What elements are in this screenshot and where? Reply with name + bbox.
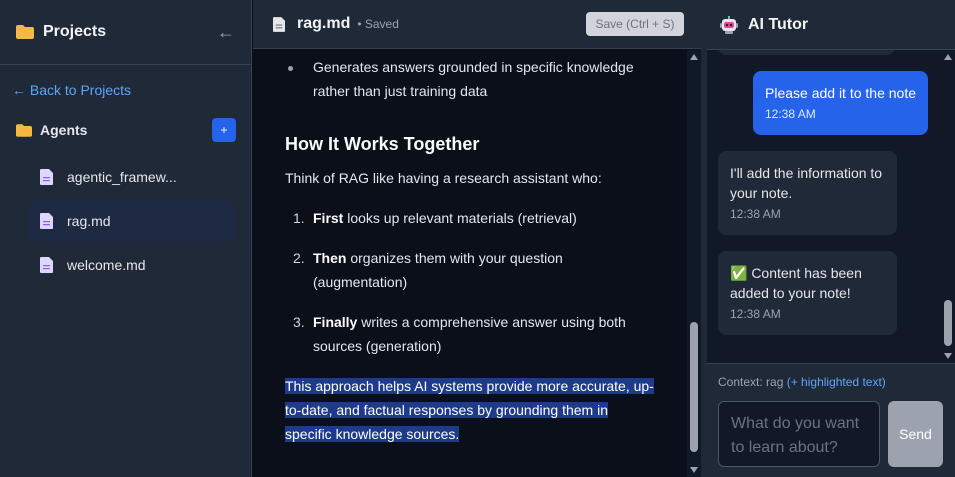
list-rest: organizes them with your question (augme… [313,250,563,290]
file-item-agentic-framework[interactable]: agentic_framew... [29,157,236,197]
file-item-welcome[interactable]: welcome.md [29,245,236,285]
file-icon [273,16,285,32]
file-icon [40,257,53,273]
scroll-up-icon[interactable] [944,54,952,60]
chat-scrollbar[interactable] [941,50,955,363]
list-text: First looks up relevant materials (retri… [313,206,653,230]
editor-filename: rag.md [297,15,351,32]
message-time: 12:38 AM [730,207,781,221]
collapse-sidebar-icon[interactable]: ← [217,22,235,43]
bullet-marker [288,66,293,71]
selected-text: This approach helps AI systems provide m… [285,378,654,442]
file-icon [40,213,53,229]
send-button[interactable]: Send [888,401,943,467]
chat-messages: Please add it to the note 12:38 AM I'll … [707,50,955,363]
bullet-text: Generates answers grounded in specific k… [313,59,634,99]
folder-label: Agents [40,122,88,138]
message-time: 12:38 AM [765,107,816,121]
context-label: Context: rag [718,375,784,389]
file-label: rag.md [67,213,111,229]
user-message: Please add it to the note 12:38 AM [753,71,928,135]
save-status: • Saved [357,17,399,31]
section-heading: How It Works Together [285,134,480,154]
list-rest: looks up relevant materials (retrieval) [343,210,577,226]
scrollbar-thumb[interactable] [944,300,952,346]
context-indicator: Context: rag (+ highlighted text) [718,375,886,389]
file-label: welcome.md [67,257,146,273]
file-label: agentic_framew... [67,169,177,185]
scroll-up-icon[interactable] [690,54,698,60]
robot-icon [720,15,738,34]
file-icon [40,169,53,185]
add-file-button[interactable]: + [212,118,236,142]
list-number: 3. [293,314,305,330]
editor-scrollbar[interactable] [687,50,701,477]
tutor-panel: AI Tutor Please add it to the note 12:38… [707,0,955,477]
list-bold: First [313,210,344,226]
sidebar: Projects ← ← Back to Projects Agents + a… [0,0,252,477]
folder-icon [16,123,32,137]
message-text: ✅ Content has been added to your note! [730,265,862,301]
list-text: Finally writes a comprehensive answer us… [313,310,653,358]
chat-composer: Context: rag (+ highlighted text) What d… [707,363,955,477]
sidebar-header: Projects ← [0,0,251,65]
tutor-title: AI Tutor [748,15,809,33]
chat-input[interactable]: What do you want to learn about? [718,401,880,467]
list-number: 2. [293,250,305,266]
scroll-down-icon[interactable] [690,467,698,473]
editor-header: rag.md • Saved Save (Ctrl + S) [253,0,701,49]
tutor-header: AI Tutor [707,0,955,50]
bot-message: I'll add the information to your note. 1… [718,151,897,235]
scrollbar-thumb[interactable] [690,322,698,452]
editor-content[interactable]: Generates answers grounded in specific k… [253,50,687,477]
folder-icon [16,25,34,39]
message-bubble-partial [718,50,895,55]
folder-agents[interactable]: Agents + [16,118,236,142]
list-text: Then organizes them with your question (… [313,246,653,294]
list-bold: Finally [313,314,358,330]
list-bold: Then [313,250,347,266]
highlighted-paragraph: This approach helps AI systems provide m… [285,374,657,446]
list-rest: writes a comprehensive answer using both… [313,314,626,354]
back-to-projects-link[interactable]: ← Back to Projects [12,82,131,98]
bot-message: ✅ Content has been added to your note! 1… [718,251,897,335]
message-text: Please add it to the note [765,85,916,101]
list-number: 1. [293,210,305,226]
sidebar-title: Projects [43,23,107,40]
file-item-rag[interactable]: rag.md [29,201,236,241]
scroll-down-icon[interactable] [944,353,952,359]
context-highlight: (+ highlighted text) [786,375,886,389]
message-text: I'll add the information to your note. [730,165,883,201]
paragraph: Think of RAG like having a research assi… [285,170,602,186]
editor-panel: rag.md • Saved Save (Ctrl + S) Generates… [253,0,701,477]
message-time: 12:38 AM [730,307,781,321]
save-button[interactable]: Save (Ctrl + S) [586,12,684,36]
